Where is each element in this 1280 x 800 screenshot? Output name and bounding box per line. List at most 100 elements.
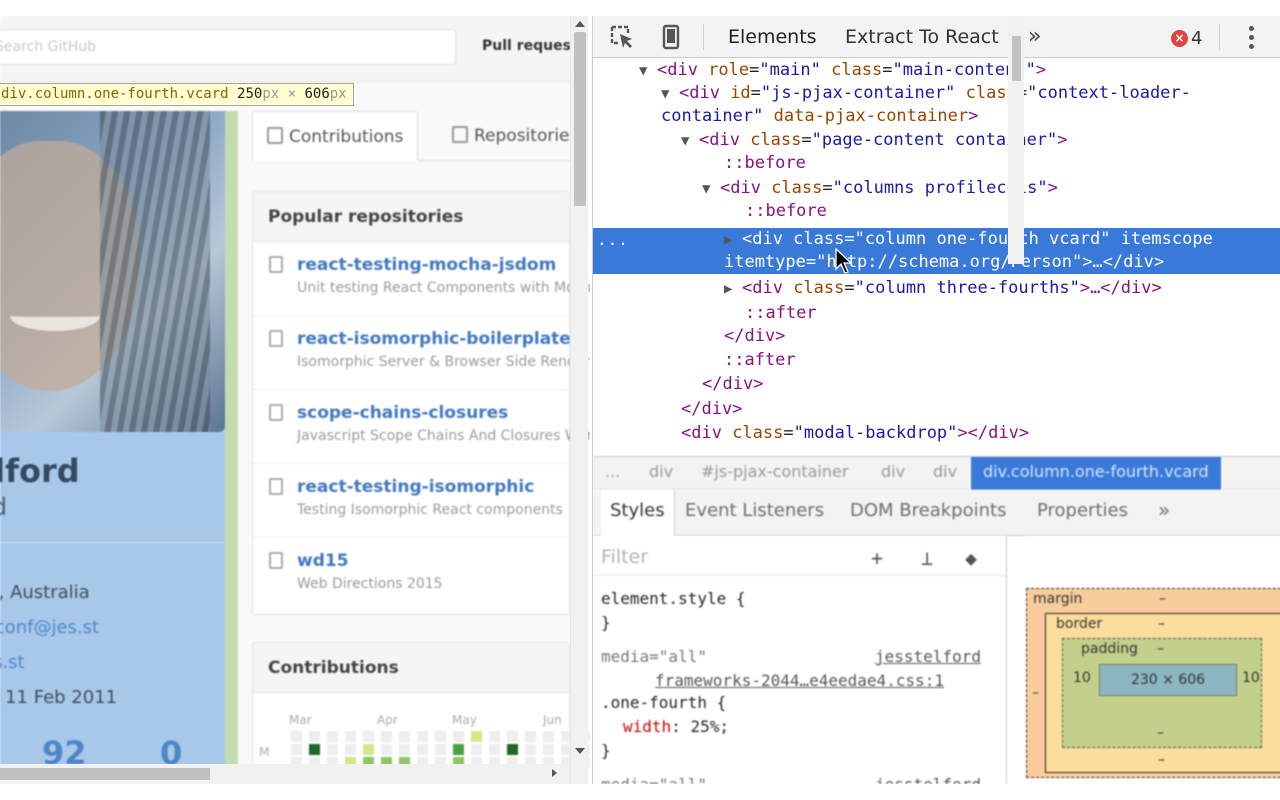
repo-item[interactable]: react-isomorphic-boilerplate Isomorphic … <box>253 316 590 390</box>
tab-event-listeners[interactable]: Event Listeners <box>685 500 824 521</box>
dom-close-tag[interactable]: </div> <box>681 398 742 421</box>
dom-pseudo-element[interactable]: ::before <box>745 200 827 223</box>
element-style-rule[interactable]: element.style { <box>601 588 746 610</box>
page-vertical-scrollbar[interactable] <box>570 16 588 784</box>
repo-name[interactable]: react-isomorphic-boilerplate <box>297 329 571 349</box>
calendar-day[interactable] <box>291 744 302 755</box>
selected-dom-node[interactable]: ... ▶ <div class="column one-fourth vcard… <box>593 228 1280 274</box>
tab-dom-breakpoints[interactable]: DOM Breakpoints <box>850 500 1006 521</box>
tab-properties[interactable]: Properties <box>1037 500 1128 521</box>
calendar-day[interactable] <box>507 731 518 742</box>
profile-email[interactable]: githubtconf@jes.st <box>0 617 99 638</box>
calendar-day[interactable] <box>345 731 356 742</box>
calendar-day[interactable] <box>489 744 500 755</box>
calendar-day[interactable] <box>291 731 302 742</box>
expanded-triangle-icon[interactable]: ▼ <box>681 130 699 153</box>
tab-repositories[interactable]: Repositories <box>452 111 578 161</box>
dom-pseudo-element[interactable]: ::after <box>724 349 796 372</box>
margin-left-value[interactable]: – <box>1032 685 1039 701</box>
breadcrumb-item[interactable]: #js-pjax-container <box>701 462 848 481</box>
scroll-thumb[interactable] <box>0 768 210 780</box>
calendar-day[interactable] <box>417 744 428 755</box>
calendar-day[interactable] <box>327 731 338 742</box>
expanded-triangle-icon[interactable]: ▼ <box>702 178 720 201</box>
calendar-day[interactable] <box>507 744 518 755</box>
padding-top-value[interactable]: – <box>1157 641 1164 657</box>
profile-website[interactable]: jes.st <box>0 652 25 673</box>
tab-contributions[interactable]: Contributions <box>252 111 419 161</box>
collapsed-triangle-icon[interactable]: ▶ <box>724 229 742 252</box>
dom-close-tag[interactable]: </div> <box>702 373 763 396</box>
scroll-right-icon[interactable] <box>552 769 557 777</box>
calendar-day[interactable] <box>399 744 410 755</box>
repo-name[interactable]: react-testing-mocha-jsdom <box>297 255 569 275</box>
css-rule-selector[interactable]: .one-fourth { <box>601 692 726 714</box>
breadcrumb-item[interactable]: div <box>649 462 673 481</box>
calendar-day[interactable] <box>435 731 446 742</box>
scroll-thumb[interactable] <box>1012 36 1021 81</box>
calendar-day[interactable] <box>471 744 482 755</box>
search-input[interactable]: Search GitHub <box>0 29 456 65</box>
expanded-triangle-icon[interactable]: ▼ <box>639 60 657 83</box>
tab-extract-to-react[interactable]: Extract To React <box>845 26 999 48</box>
collapsed-triangle-icon[interactable]: ▶ <box>724 278 742 301</box>
dom-close-tag[interactable]: </div> <box>724 325 785 348</box>
breadcrumb-item[interactable]: ... <box>605 462 620 481</box>
calendar-day[interactable] <box>453 744 464 755</box>
expanded-triangle-icon[interactable]: ▼ <box>661 83 679 106</box>
tab-elements[interactable]: Elements <box>728 26 817 48</box>
calendar-day[interactable] <box>417 731 428 742</box>
repo-item[interactable]: wd15 Web Directions 2015 <box>253 538 569 612</box>
padding-right-value[interactable]: 10 <box>1242 670 1260 686</box>
breadcrumb-item-active[interactable]: div.column.one-fourth.vcard <box>971 457 1221 490</box>
calendar-day[interactable] <box>399 731 410 742</box>
calendar-day[interactable] <box>327 744 338 755</box>
repo-name[interactable]: wd15 <box>297 551 569 571</box>
repo-item[interactable]: react-testing-isomorphic Testing Isomorp… <box>253 464 569 538</box>
calendar-day[interactable] <box>381 731 392 742</box>
calendar-day[interactable] <box>309 731 320 742</box>
dom-pseudo-element[interactable]: ::before <box>724 152 806 175</box>
calendar-day[interactable] <box>381 744 392 755</box>
calendar-day[interactable] <box>489 731 500 742</box>
border-top-value[interactable]: – <box>1158 616 1165 632</box>
pin-icon[interactable]: ⊥ <box>921 546 933 570</box>
calendar-day[interactable] <box>525 731 536 742</box>
dom-node[interactable]: ▼<div id="js-pjax-container" class="cont… <box>661 82 1191 105</box>
inspect-element-icon[interactable] <box>609 24 637 50</box>
stylesheet-link[interactable]: frameworks-2044…e4eedae4.css:1 <box>655 670 944 692</box>
box-model-content[interactable]: 230 × 606 <box>1099 664 1237 696</box>
dom-node[interactable]: ▼ <div class="columns profilecols"> <box>702 177 1058 200</box>
stylesheet-link[interactable]: jesstelford <box>875 646 981 668</box>
new-style-rule-icon[interactable]: + <box>871 546 883 570</box>
box-model-padding[interactable]: padding – 10 10 230 × 606 – <box>1062 638 1262 748</box>
calendar-day[interactable] <box>453 731 464 742</box>
repo-item[interactable]: scope-chains-closures Javascript Scope C… <box>253 390 590 464</box>
error-counter[interactable]: × 4 <box>1171 28 1202 49</box>
dom-node[interactable]: ▼ <div role="main" class="main-content"> <box>639 59 1046 82</box>
stylesheet-link[interactable]: jesstelford <box>875 774 981 784</box>
calendar-day[interactable] <box>525 744 536 755</box>
dom-pseudo-element[interactable]: ::after <box>745 302 817 325</box>
scroll-up-icon[interactable] <box>575 21 585 27</box>
calendar-day[interactable] <box>435 744 446 755</box>
repo-name[interactable]: react-testing-isomorphic <box>297 477 569 497</box>
box-model-margin[interactable]: margin – – border – – padding – 10 10 23… <box>1026 588 1280 778</box>
calendar-day[interactable] <box>363 731 374 742</box>
repo-name[interactable]: scope-chains-closures <box>297 403 569 423</box>
calendar-day[interactable] <box>543 744 554 755</box>
scroll-down-icon[interactable] <box>575 748 585 754</box>
more-tabs-icon[interactable]: » <box>1028 24 1041 49</box>
breadcrumb-item[interactable]: div <box>933 462 957 481</box>
dom-tree[interactable]: ▼ <div role="main" class="main-content"> … <box>593 59 1280 455</box>
border-bottom-value[interactable]: – <box>1158 752 1165 768</box>
dom-node[interactable]: ▶ <div class="column three-fourths">…</di… <box>724 277 1162 300</box>
styles-scrollbar[interactable] <box>1008 16 1024 264</box>
calendar-day[interactable] <box>345 744 356 755</box>
margin-top-value[interactable]: – <box>1159 591 1166 607</box>
node-actions-ellipsis[interactable]: ... <box>597 230 629 249</box>
calendar-day[interactable] <box>309 744 320 755</box>
menu-kebab-icon[interactable] <box>1246 24 1256 52</box>
tab-styles[interactable]: Styles <box>601 490 675 536</box>
device-toolbar-icon[interactable] <box>657 24 685 50</box>
